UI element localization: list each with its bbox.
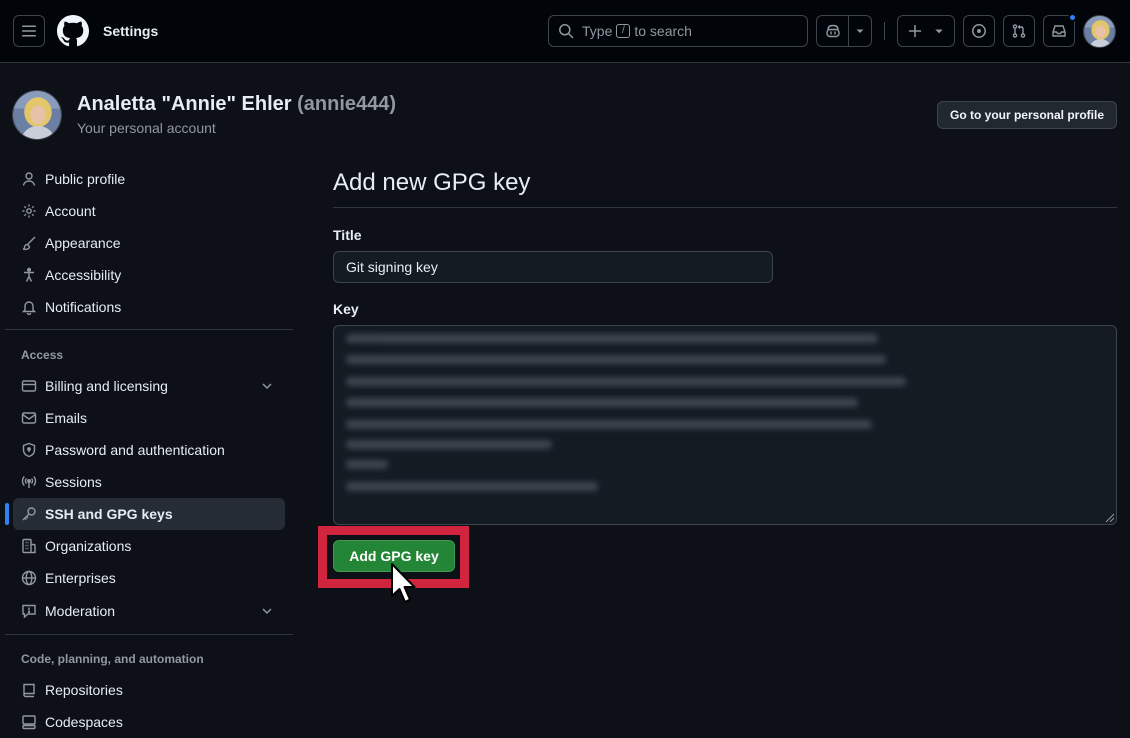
sidebar-item-label: Appearance (45, 235, 121, 251)
blurred-key-line (346, 440, 552, 449)
key-icon (22, 507, 36, 521)
paintbrush-icon (22, 236, 36, 251)
organization-icon (22, 538, 36, 554)
sidebar-item-notifications[interactable]: Notifications (13, 291, 285, 323)
account-subtitle: Your personal account (77, 120, 216, 136)
repo-icon (23, 683, 35, 698)
user-avatar[interactable] (1083, 15, 1116, 48)
chevron-down-icon[interactable] (259, 603, 275, 619)
inbox-icon (1052, 25, 1066, 37)
sidebar-item-enterprises[interactable]: Enterprises (13, 562, 285, 594)
create-new-button[interactable] (897, 15, 955, 47)
key-title-input[interactable] (333, 251, 773, 283)
sidebar-item-account[interactable]: Account (13, 195, 285, 227)
sidebar-item-label: Emails (45, 410, 88, 426)
key-label: Key (333, 301, 359, 317)
sidebar-heading-code: Code, planning, and automation (21, 652, 204, 666)
go-to-profile-button[interactable]: Go to your personal profile (937, 101, 1117, 129)
page-title: Add new GPG key (333, 169, 531, 196)
accessibility-icon (24, 267, 34, 282)
blurred-key-line (346, 420, 872, 429)
search-placeholder-suffix: to search (634, 23, 692, 39)
sidebar-item-organizations[interactable]: Organizations (13, 530, 285, 562)
chevron-down-icon (935, 29, 943, 34)
sidebar-item-label: Codespaces (45, 714, 123, 730)
search-input[interactable]: Type / to search (548, 15, 808, 47)
credit-card-icon (21, 380, 37, 392)
sidebar-item-label: Public profile (45, 171, 126, 187)
broadcast-icon (21, 476, 37, 488)
key-textarea[interactable] (333, 325, 1117, 525)
copilot-button[interactable] (816, 15, 872, 47)
blurred-key-line (346, 460, 388, 469)
sidebar-item-public-profile[interactable]: Public profile (13, 163, 285, 195)
issue-opened-icon (972, 24, 986, 38)
sidebar-item-codespaces[interactable]: Codespaces (13, 706, 285, 738)
search-icon (559, 24, 574, 39)
sidebar-item-label: Sessions (45, 474, 102, 490)
github-logo-icon[interactable] (57, 15, 89, 47)
report-icon (22, 604, 36, 619)
menu-button[interactable] (13, 15, 45, 47)
sidebar-item-moderation[interactable]: Moderation (13, 595, 285, 627)
sidebar-item-emails[interactable]: Emails (13, 402, 285, 434)
sidebar-item-label: Accessibility (45, 267, 122, 283)
sidebar-item-label: Notifications (45, 299, 122, 315)
globe-icon (21, 570, 37, 586)
resize-handle-icon[interactable] (1105, 513, 1114, 522)
blurred-key-line (346, 482, 598, 491)
blurred-key-line (346, 377, 906, 386)
bell-icon (21, 301, 37, 315)
sidebar-item-label: Billing and licensing (45, 378, 168, 394)
sidebar-item-repositories[interactable]: Repositories (13, 674, 285, 706)
search-shortcut-kbd: / (616, 24, 631, 38)
blurred-key-line (346, 355, 886, 364)
sidebar-item-sessions[interactable]: Sessions (13, 466, 285, 498)
profile-avatar (12, 90, 62, 140)
notification-indicator (1068, 13, 1077, 22)
sidebar-item-ssh-gpg-keys[interactable]: SSH and GPG keys (13, 498, 285, 530)
sidebar-divider (5, 329, 293, 330)
gear-icon (22, 204, 36, 218)
user-login[interactable]: (annie444) (297, 93, 396, 115)
git-pull-request-icon (1012, 24, 1026, 38)
sidebar-item-label: SSH and GPG keys (45, 506, 173, 522)
sidebar-item-label: Organizations (45, 538, 132, 554)
sidebar-item-label: Password and authentication (45, 442, 225, 458)
shield-lock-icon (22, 442, 36, 458)
sidebar-divider (5, 634, 293, 635)
sidebar-item-label: Repositories (45, 682, 123, 698)
profile-heading: Analetta "Annie" Ehler (annie444) (77, 93, 396, 116)
pull-requests-button[interactable] (1003, 15, 1035, 47)
sidebar-item-label: Enterprises (45, 570, 116, 586)
chevron-down-icon[interactable] (849, 16, 871, 46)
sidebar-item-password-auth[interactable]: Password and authentication (13, 434, 285, 466)
sidebar-item-accessibility[interactable]: Accessibility (13, 259, 285, 291)
sidebar-item-billing[interactable]: Billing and licensing (13, 370, 285, 402)
hamburger-icon (22, 25, 36, 37)
sidebar-item-label: Account (45, 203, 96, 219)
search-placeholder-prefix: Type (582, 23, 613, 39)
header-divider (884, 22, 885, 40)
copilot-icon[interactable] (817, 16, 849, 46)
plus-icon (908, 24, 922, 38)
mouse-pointer-icon (391, 563, 416, 603)
mail-icon (21, 412, 37, 424)
person-icon (22, 172, 36, 186)
sidebar-item-label: Moderation (45, 603, 116, 619)
issues-button[interactable] (963, 15, 995, 47)
blurred-key-line (346, 334, 878, 343)
codespaces-icon (22, 715, 36, 730)
sidebar-heading-access: Access (21, 348, 64, 362)
title-divider (333, 207, 1117, 208)
title-label: Title (333, 227, 362, 243)
chevron-down-icon[interactable] (259, 378, 275, 394)
sidebar-item-appearance[interactable]: Appearance (13, 227, 285, 259)
blurred-key-line (346, 398, 858, 407)
active-indicator (5, 503, 9, 525)
context-title[interactable]: Settings (103, 23, 158, 39)
display-name[interactable]: Analetta "Annie" Ehler (77, 93, 292, 115)
